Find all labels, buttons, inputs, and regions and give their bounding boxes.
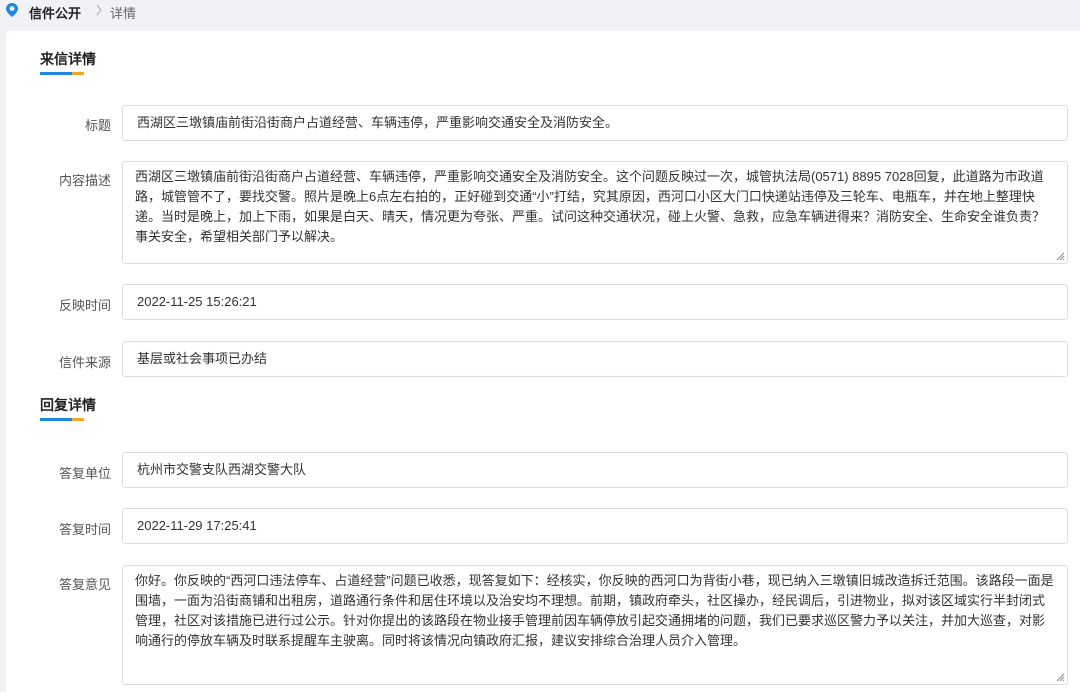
section-title-underline xyxy=(40,418,84,421)
source-label: 信件来源 xyxy=(58,355,111,370)
report-time-label: 反映时间 xyxy=(58,298,111,313)
title-field[interactable]: 西湖区三墩镇庙前街沿街商户占道经营、车辆违停，严重影响交通安全及消防安全。 xyxy=(122,105,1068,141)
letter-section-title: 来信详情 xyxy=(40,51,96,67)
breadcrumb-current: 详情 xyxy=(110,6,137,21)
title-label: 标题 xyxy=(84,118,111,133)
reply-opinion-text: 你好。你反映的“西河口违法停车、占道经营”问题已收悉，现答复如下：经核实，你反映… xyxy=(135,573,1054,648)
section-title-underline xyxy=(40,72,84,75)
reply-time-label: 答复时间 xyxy=(58,522,111,537)
source-field[interactable]: 基层或社会事项已办结 xyxy=(122,341,1068,377)
content-text: 西湖区三墩镇庙前街沿街商户占道经营、车辆违停，严重影响交通安全及消防安全。这个问… xyxy=(135,169,1046,244)
report-time-field[interactable]: 2022-11-25 15:26:21 xyxy=(122,284,1068,320)
detail-panel: 来信详情 标题 西湖区三墩镇庙前街沿街商户占道经营、车辆违停，严重影响交通安全及… xyxy=(6,31,1080,692)
breadcrumb-root-link[interactable]: 信件公开 xyxy=(29,3,81,22)
reply-section-title: 回复详情 xyxy=(40,397,96,413)
reply-time-field[interactable]: 2022-11-29 17:25:41 xyxy=(122,508,1068,544)
reply-opinion-label: 答复意见 xyxy=(58,577,111,592)
content-textarea[interactable]: 西湖区三墩镇庙前街沿街商户占道经营、车辆违停，严重影响交通安全及消防安全。这个问… xyxy=(122,161,1068,264)
resize-grip-icon[interactable] xyxy=(1055,251,1065,261)
location-pin-icon xyxy=(6,3,18,17)
reply-unit-label: 答复单位 xyxy=(58,466,111,481)
reply-unit-field[interactable]: 杭州市交警支队西湖交警大队 xyxy=(122,452,1068,488)
chevron-right-icon xyxy=(96,4,102,16)
resize-grip-icon[interactable] xyxy=(1055,672,1065,682)
content-label: 内容描述 xyxy=(58,173,111,188)
reply-opinion-textarea[interactable]: 你好。你反映的“西河口违法停车、占道经营”问题已收悉，现答复如下：经核实，你反映… xyxy=(122,565,1068,685)
breadcrumb: 信件公开 详情 xyxy=(0,0,1080,26)
